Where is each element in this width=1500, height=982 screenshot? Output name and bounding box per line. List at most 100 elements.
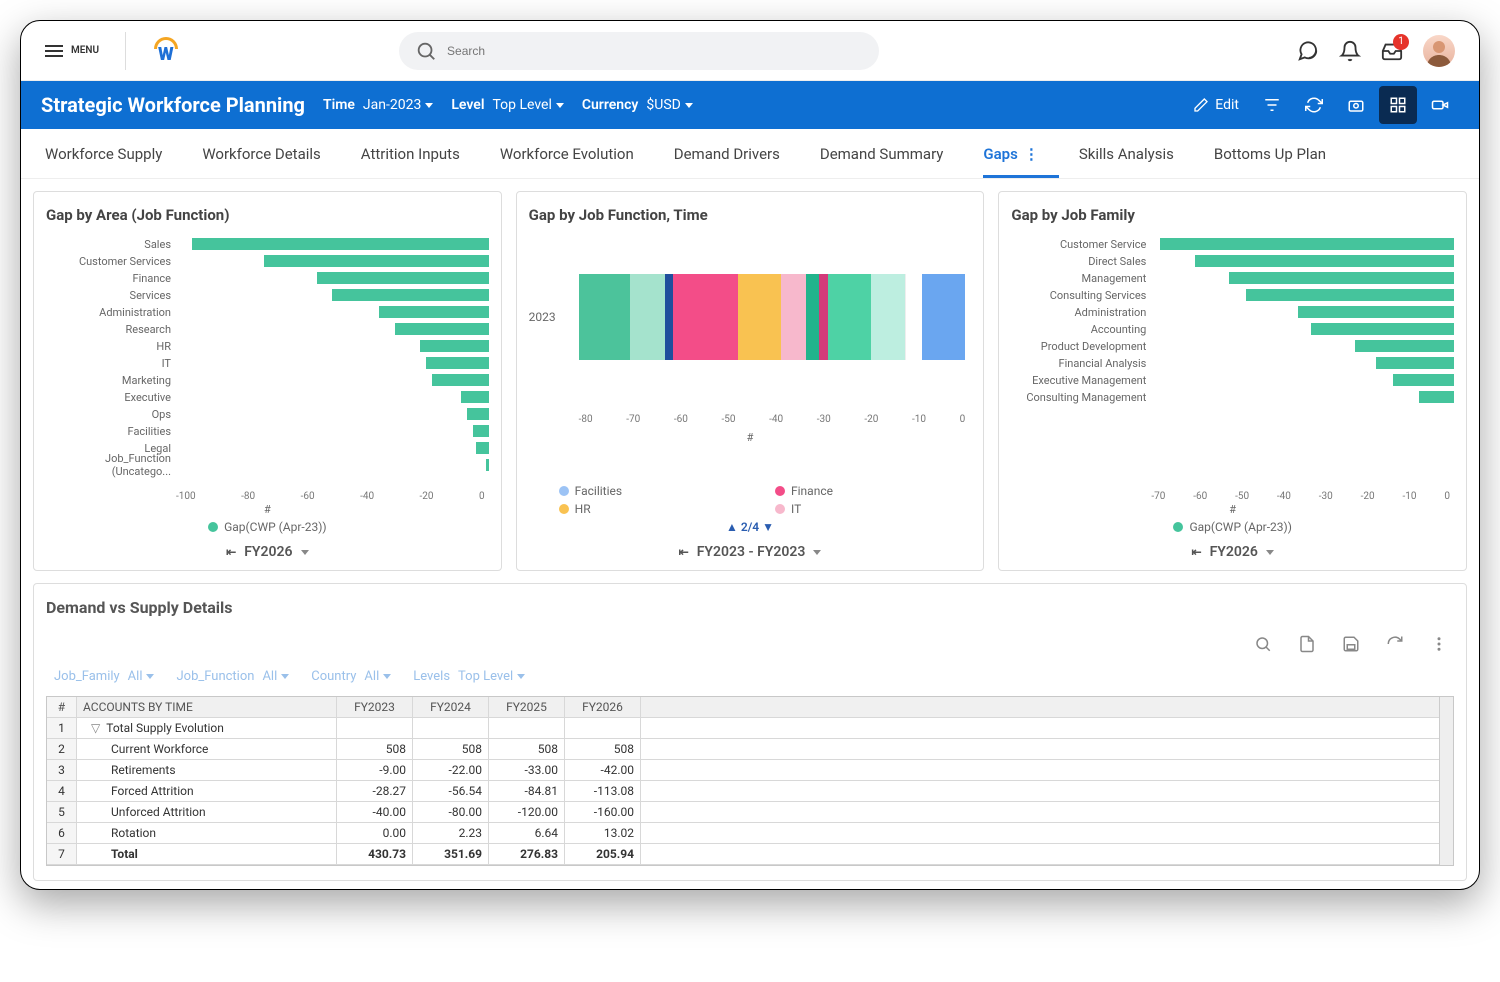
tab-demand-drivers[interactable]: Demand Drivers xyxy=(674,131,780,177)
reload-icon[interactable] xyxy=(1386,635,1404,653)
grid-row[interactable]: 6Rotation0.002.236.6413.02 xyxy=(47,823,1453,844)
refresh-button[interactable] xyxy=(1295,86,1333,124)
chevron-down-icon xyxy=(146,674,154,679)
stack-segment[interactable] xyxy=(806,274,819,360)
stack-segment[interactable] xyxy=(819,274,828,360)
search-input[interactable] xyxy=(447,44,863,58)
tab-workforce-details[interactable]: Workforce Details xyxy=(202,131,320,177)
bar-label: Consulting Services xyxy=(1011,289,1146,302)
tab-workforce-supply[interactable]: Workforce Supply xyxy=(45,131,162,177)
stack-segment[interactable] xyxy=(905,274,922,360)
filter-value[interactable]: Top Level xyxy=(458,669,525,684)
bar-fill[interactable] xyxy=(426,357,489,369)
bar-fill[interactable] xyxy=(1376,357,1454,369)
bar-fill[interactable] xyxy=(264,255,489,267)
row-number: 4 xyxy=(47,781,77,801)
stack-segment[interactable] xyxy=(781,274,807,360)
bar-fill[interactable] xyxy=(1195,255,1454,267)
tab-workforce-evolution[interactable]: Workforce Evolution xyxy=(500,131,634,177)
menu-button[interactable]: MENU xyxy=(45,45,99,57)
tab-attrition-inputs[interactable]: Attrition Inputs xyxy=(361,131,460,177)
bar-fill[interactable] xyxy=(192,238,489,250)
bar-fill[interactable] xyxy=(467,408,489,420)
grid-row[interactable]: 1▽Total Supply Evolution xyxy=(47,718,1453,739)
bar-fill[interactable] xyxy=(486,459,489,471)
grid-value: 508 xyxy=(489,739,565,759)
stacked-bar[interactable] xyxy=(579,274,966,360)
bar-fill[interactable] xyxy=(1298,306,1454,318)
stack-segment[interactable] xyxy=(665,274,674,360)
stack-segment[interactable] xyxy=(630,274,664,360)
legend-pager[interactable]: ▲ 2/4 ▼ xyxy=(529,520,972,534)
more-icon[interactable] xyxy=(1430,635,1448,653)
tab-gaps[interactable]: Gaps⋮ xyxy=(983,131,1038,177)
chart-time-selector[interactable]: ⇤ FY2026 xyxy=(46,544,489,560)
filter-value[interactable]: All xyxy=(364,669,391,684)
bar-fill[interactable] xyxy=(379,306,488,318)
chart-time-selector[interactable]: ⇤ FY2023 - FY2023 xyxy=(529,544,972,560)
time-selector[interactable]: Jan-2023 xyxy=(363,97,433,113)
camera-button[interactable] xyxy=(1337,86,1375,124)
bar-fill[interactable] xyxy=(1246,289,1454,301)
bar-fill[interactable] xyxy=(473,425,489,437)
stack-segment[interactable] xyxy=(871,274,905,360)
bar-fill[interactable] xyxy=(395,323,489,335)
save-icon[interactable] xyxy=(1342,635,1360,653)
bar-fill[interactable] xyxy=(1229,272,1454,284)
bar-fill[interactable] xyxy=(1393,374,1454,386)
tab-bottoms-up-plan[interactable]: Bottoms Up Plan xyxy=(1214,131,1326,177)
search-icon[interactable] xyxy=(1254,635,1272,653)
grid-row[interactable]: 5Unforced Attrition-40.00-80.00-120.00-1… xyxy=(47,802,1453,823)
currency-label: Currency xyxy=(582,97,639,113)
bar-label: Customer Services xyxy=(46,255,171,268)
stack-segment[interactable] xyxy=(673,274,737,360)
stack-segment[interactable] xyxy=(579,274,631,360)
bar-fill[interactable] xyxy=(432,374,488,386)
brand-logo[interactable]: W xyxy=(152,37,180,65)
stack-segment[interactable] xyxy=(828,274,871,360)
bar-fill[interactable] xyxy=(317,272,489,284)
data-grid[interactable]: #ACCOUNTS BY TIMEFY2023FY2024FY2025FY202… xyxy=(46,696,1454,866)
grid-row[interactable]: 3Retirements-9.00-22.00-33.00-42.00 xyxy=(47,760,1453,781)
chevron-down-icon xyxy=(383,674,391,679)
bar-fill[interactable] xyxy=(1419,391,1454,403)
stack-segment[interactable] xyxy=(922,274,965,360)
bar-fill[interactable] xyxy=(476,442,489,454)
tab-menu-icon[interactable]: ⋮ xyxy=(1024,145,1039,163)
avatar[interactable] xyxy=(1423,35,1455,67)
chat-icon[interactable] xyxy=(1297,40,1319,62)
grid-row[interactable]: 7Total430.73351.69276.83205.94 xyxy=(47,844,1453,865)
bar-fill[interactable] xyxy=(332,289,488,301)
edit-button[interactable]: Edit xyxy=(1183,97,1249,113)
inbox-icon[interactable]: 1 xyxy=(1381,40,1403,62)
grid-row[interactable]: 2Current Workforce508508508508 xyxy=(47,739,1453,760)
grid-value: 508 xyxy=(413,739,489,759)
bar-fill[interactable] xyxy=(461,391,489,403)
filter-value[interactable]: All xyxy=(262,669,289,684)
bar-fill[interactable] xyxy=(1355,340,1454,352)
currency-selector[interactable]: $USD xyxy=(646,97,692,113)
bar-fill[interactable] xyxy=(420,340,489,352)
top-bar: MENU W 1 xyxy=(21,21,1479,81)
account-label: ▽Total Supply Evolution xyxy=(77,718,337,738)
filter-button[interactable] xyxy=(1253,86,1291,124)
search-box[interactable] xyxy=(399,32,879,70)
tab-demand-summary[interactable]: Demand Summary xyxy=(820,131,944,177)
video-button[interactable] xyxy=(1421,86,1459,124)
level-selector[interactable]: Top Level xyxy=(492,97,563,113)
grid-value xyxy=(489,718,565,738)
bell-icon[interactable] xyxy=(1339,40,1361,62)
bar-fill[interactable] xyxy=(1311,323,1454,335)
tab-skills-analysis[interactable]: Skills Analysis xyxy=(1079,131,1174,177)
bar-fill[interactable] xyxy=(1160,238,1454,250)
scrollbar[interactable] xyxy=(1439,697,1453,865)
stack-segment[interactable] xyxy=(738,274,781,360)
filter-value[interactable]: All xyxy=(128,669,155,684)
export-icon[interactable] xyxy=(1298,635,1316,653)
expand-icon[interactable]: ▽ xyxy=(91,721,100,735)
grid-view-button[interactable] xyxy=(1379,86,1417,124)
grid-value: -42.00 xyxy=(565,760,641,780)
chart-gap-by-time: Gap by Job Function, Time2023-80-70-60-5… xyxy=(516,191,985,571)
grid-row[interactable]: 4Forced Attrition-28.27-56.54-84.81-113.… xyxy=(47,781,1453,802)
chart-time-selector[interactable]: ⇤ FY2026 xyxy=(1011,544,1454,560)
